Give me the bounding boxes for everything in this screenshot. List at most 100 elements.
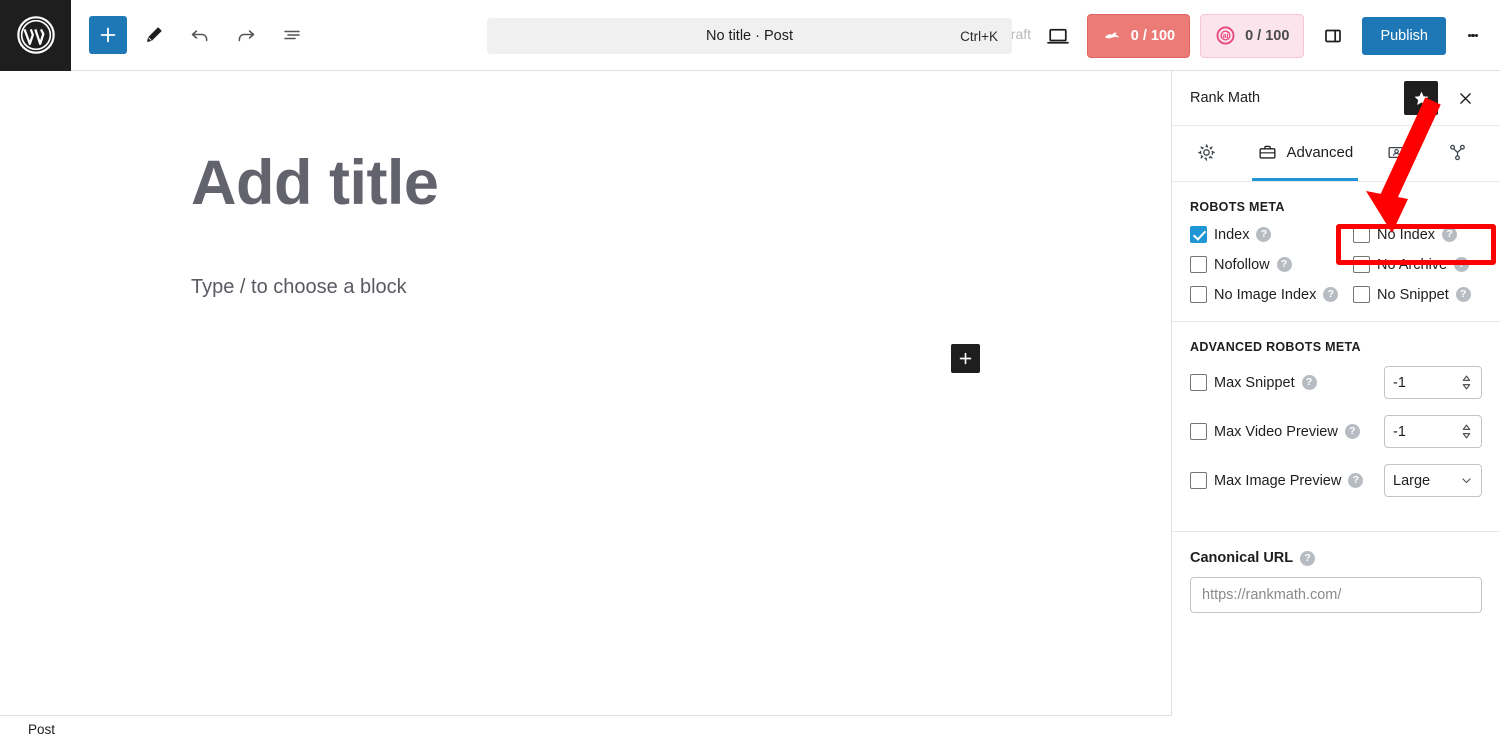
plus-icon <box>100 27 116 43</box>
rank-math-sidebar: Rank Math Advanced ROBOTS META Index ? N… <box>1172 71 1500 743</box>
command-bar[interactable]: No title · Post Ctrl+K <box>487 18 1012 54</box>
post-title-input[interactable]: Add title <box>191 147 439 219</box>
robots-option-no-image-index[interactable]: No Image Index ? <box>1190 286 1353 303</box>
seo-score-badge[interactable]: 0 / 100 <box>1086 13 1191 58</box>
wordpress-logo-icon <box>16 16 55 54</box>
rank-math-header: Rank Math <box>1172 71 1500 126</box>
no-image-index-checkbox[interactable] <box>1190 286 1207 303</box>
max-snippet-row: Max Snippet ? -1 <box>1190 366 1482 399</box>
help-icon[interactable]: ? <box>1455 287 1471 302</box>
help-icon[interactable]: ? <box>1256 227 1272 242</box>
max-video-preview-row: Max Video Preview ? -1 <box>1190 415 1482 448</box>
document-overview-button[interactable] <box>273 16 311 54</box>
command-bar-title: No title · Post <box>705 28 794 44</box>
advanced-robots-meta-section: ADVANCED ROBOTS META Max Snippet ? -1 Ma… <box>1172 321 1500 521</box>
redo-button[interactable] <box>227 16 265 54</box>
no-archive-label: No Archive <box>1377 256 1448 273</box>
publish-button[interactable]: Publish <box>1362 16 1446 55</box>
max-video-preview-value: -1 <box>1393 423 1406 440</box>
inline-add-block-button[interactable] <box>951 344 980 373</box>
settings-sidebar-toggle[interactable] <box>1314 17 1352 55</box>
no-snippet-checkbox[interactable] <box>1353 286 1370 303</box>
canonical-url-input[interactable] <box>1190 577 1482 613</box>
ai-score-badge[interactable]: ai 0 / 100 <box>1200 13 1305 58</box>
help-icon[interactable]: ? <box>1454 257 1470 272</box>
robots-meta-section: ROBOTS META Index ? No Index ? Nofollow … <box>1172 182 1500 311</box>
options-menu-button[interactable] <box>1456 17 1490 55</box>
wordpress-logo-button[interactable] <box>0 0 71 71</box>
robots-option-no-archive[interactable]: No Archive ? <box>1353 256 1482 273</box>
toolbar-left-group <box>71 16 311 54</box>
max-image-preview-select[interactable]: Large <box>1384 464 1482 497</box>
index-label: Index <box>1214 226 1250 243</box>
stepper-icon[interactable] <box>1460 374 1473 391</box>
max-video-preview-label: Max Video Preview <box>1214 423 1338 440</box>
nofollow-label: Nofollow <box>1214 256 1270 273</box>
max-image-preview-row: Max Image Preview ? Large <box>1190 464 1482 497</box>
block-paragraph-placeholder[interactable]: Type / to choose a block <box>191 276 407 299</box>
max-image-preview-toggle[interactable]: Max Image Preview ? <box>1190 472 1384 489</box>
canonical-url-label-row: Canonical URL ? <box>1190 550 1482 566</box>
max-image-preview-checkbox[interactable] <box>1190 472 1207 489</box>
favorite-star-button[interactable] <box>1404 81 1438 115</box>
robots-option-no-index[interactable]: No Index ? <box>1353 226 1482 243</box>
max-video-preview-input[interactable]: -1 <box>1384 415 1482 448</box>
robots-option-index[interactable]: Index ? <box>1190 226 1353 243</box>
index-checkbox[interactable] <box>1190 226 1207 243</box>
max-snippet-toggle[interactable]: Max Snippet ? <box>1190 374 1384 391</box>
no-index-checkbox[interactable] <box>1353 226 1370 243</box>
tab-schema[interactable] <box>1442 126 1481 181</box>
close-panel-button[interactable] <box>1448 81 1482 115</box>
robots-meta-heading: ROBOTS META <box>1190 200 1285 214</box>
help-icon[interactable]: ? <box>1301 375 1317 390</box>
max-snippet-value: -1 <box>1393 374 1406 391</box>
robots-option-nofollow[interactable]: Nofollow ? <box>1190 256 1353 273</box>
schema-icon <box>1449 144 1465 160</box>
max-snippet-input[interactable]: -1 <box>1384 366 1482 399</box>
no-archive-checkbox[interactable] <box>1353 256 1370 273</box>
max-video-preview-checkbox[interactable] <box>1190 423 1207 440</box>
help-icon[interactable]: ? <box>1348 473 1364 488</box>
nofollow-checkbox[interactable] <box>1190 256 1207 273</box>
ai-score-value: 0 / 100 <box>1245 27 1290 44</box>
tab-advanced-label: Advanced <box>1286 143 1354 161</box>
star-icon <box>1414 91 1428 105</box>
help-icon[interactable]: ? <box>1442 227 1458 242</box>
pencil-icon <box>147 27 162 42</box>
no-image-index-label: No Image Index <box>1214 286 1317 303</box>
help-icon[interactable]: ? <box>1344 424 1360 439</box>
tab-advanced[interactable]: Advanced <box>1252 126 1359 181</box>
tab-social[interactable] <box>1381 126 1420 181</box>
list-view-icon <box>284 30 300 40</box>
max-image-preview-label: Max Image Preview <box>1214 472 1342 489</box>
preview-button[interactable] <box>1039 17 1077 55</box>
wordpress-block-editor: No title · Post Ctrl+K draft 0 / 100 ai … <box>0 0 1500 743</box>
editor-canvas: Add title Type / to choose a block <box>0 71 1172 715</box>
no-snippet-label: No Snippet <box>1377 286 1449 303</box>
canonical-url-section: Canonical URL ? <box>1172 531 1500 621</box>
ai-circle-icon: ai <box>1216 26 1235 45</box>
editor-status-bar: Post <box>0 715 1172 743</box>
max-snippet-checkbox[interactable] <box>1190 374 1207 391</box>
max-snippet-label: Max Snippet <box>1214 374 1295 391</box>
help-icon[interactable]: ? <box>1276 257 1292 272</box>
seo-score-value: 0 / 100 <box>1130 27 1176 44</box>
social-image-icon <box>1387 146 1405 158</box>
sidebar-panel-icon <box>1325 29 1342 42</box>
rank-math-title: Rank Math <box>1190 90 1261 106</box>
tools-button[interactable] <box>135 16 173 54</box>
svg-text:ai: ai <box>1223 33 1229 40</box>
robots-option-no-snippet[interactable]: No Snippet ? <box>1353 286 1482 303</box>
undo-button[interactable] <box>181 16 219 54</box>
stepper-icon[interactable] <box>1460 423 1473 440</box>
rank-math-tabs: Advanced <box>1172 126 1500 182</box>
help-icon[interactable]: ? <box>1300 550 1316 566</box>
undo-icon <box>191 30 208 42</box>
breadcrumb-post[interactable]: Post <box>28 722 55 737</box>
close-icon <box>1459 92 1471 104</box>
tab-general[interactable] <box>1191 126 1230 181</box>
add-block-button[interactable] <box>89 16 127 54</box>
max-video-preview-toggle[interactable]: Max Video Preview ? <box>1190 423 1384 440</box>
rank-math-bird-icon <box>1104 32 1119 38</box>
help-icon[interactable]: ? <box>1323 287 1339 302</box>
